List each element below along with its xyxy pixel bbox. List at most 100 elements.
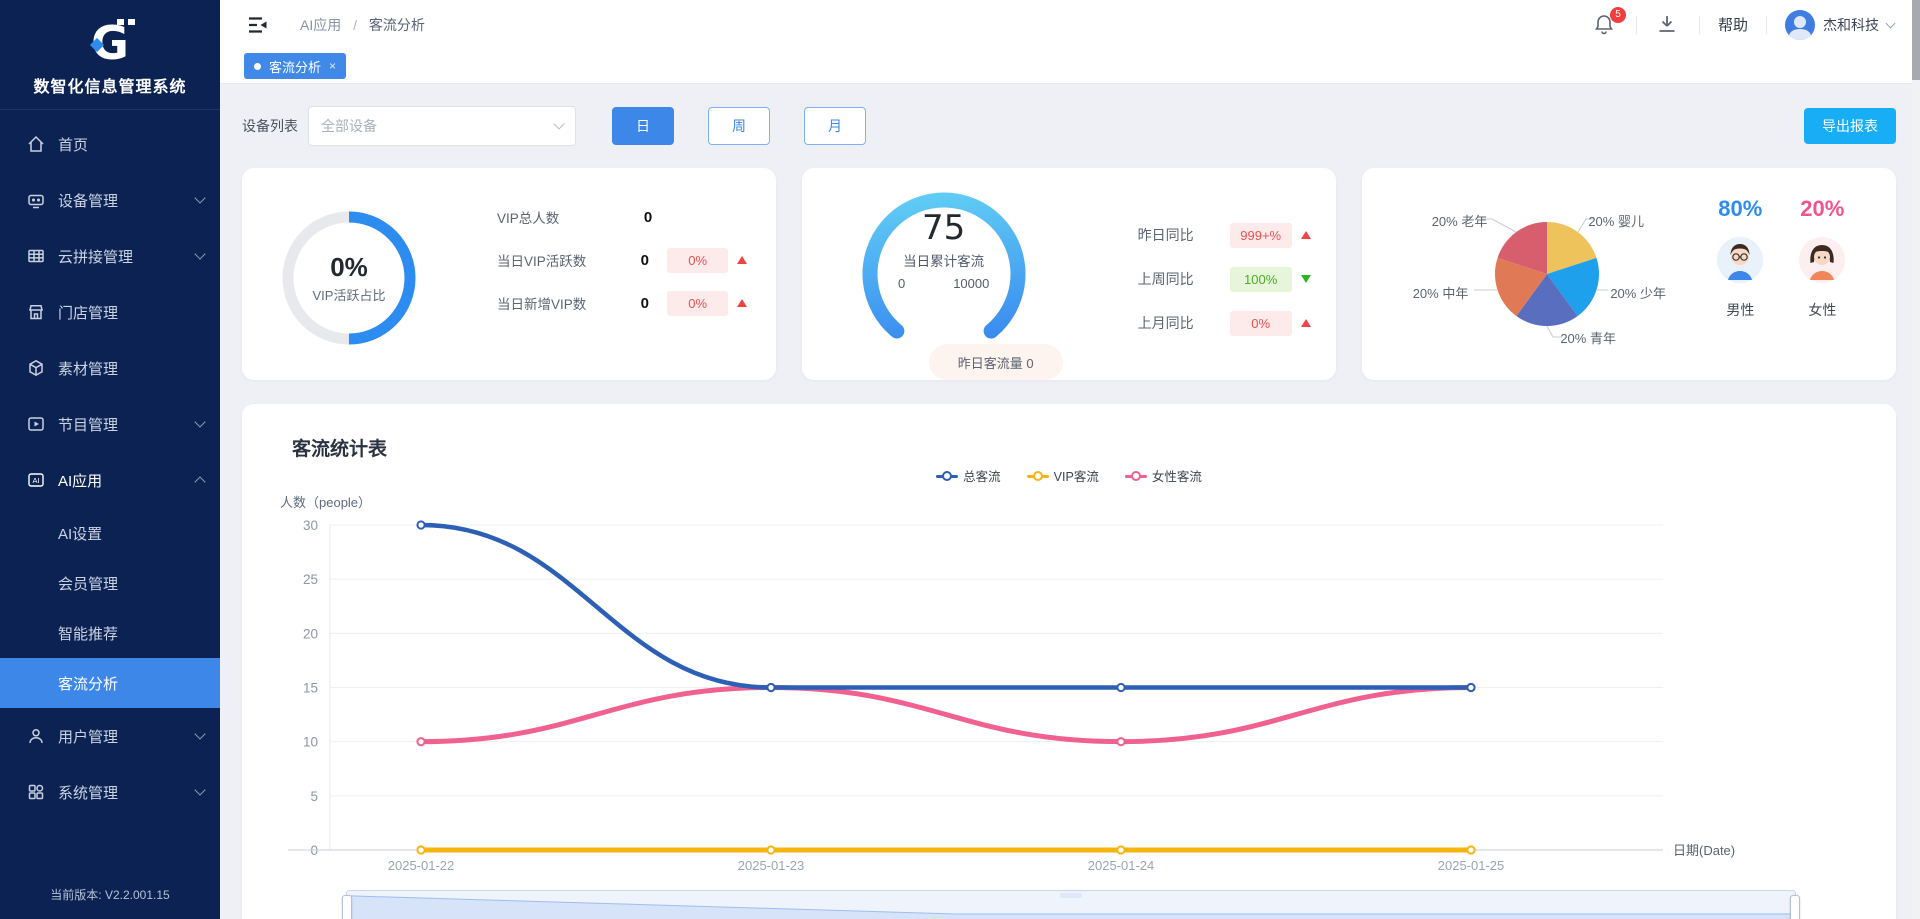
chevron-up-icon [194,476,205,487]
yoy-lastmonth-row: 上月同比 0% [1138,310,1388,336]
period-day-button[interactable]: 日 [612,107,674,145]
company-name: 杰和科技 [1823,15,1879,35]
ratio-badge: 0% [667,248,728,273]
sidebar-item-label: 首页 [58,134,88,155]
sidebar-item-label: 设备管理 [58,190,118,211]
pie-label-elderly: 20% 老年 [1432,211,1488,230]
traffic-gauge-chart: 75 当日累计客流 0 10000 昨日客流量 0 [854,184,1034,364]
sidebar-item-home[interactable]: 首页 [0,116,220,172]
tab-label: 客流分析 [269,57,321,76]
chevron-down-icon [194,784,205,795]
ratio-badge: 999+% [1230,223,1292,248]
legend-vip-traffic[interactable]: VIP客流 [1027,466,1099,485]
download-icon [1655,12,1679,36]
svg-text:2025-01-24: 2025-01-24 [1088,858,1155,873]
sidebar-item-devices[interactable]: 设备管理 [0,172,220,228]
sidebar-item-users[interactable]: 用户管理 [0,708,220,764]
svg-text:2025-01-25: 2025-01-25 [1438,858,1505,873]
user-menu[interactable]: 杰和科技 [1785,10,1894,40]
sidebar-item-system[interactable]: 系统管理 [0,764,220,820]
y-axis-name: 人数（people） [280,492,371,511]
breadcrumb-parent[interactable]: AI应用 [300,17,341,33]
device-list-label: 设备列表 [242,116,298,136]
pie-label-infant: 20% 婴儿 [1588,211,1644,230]
datazoom-handle-right[interactable] [1790,895,1800,919]
svg-text:日期(Date): 日期(Date) [1673,843,1735,858]
female-stat: 20% 女性 [1782,196,1862,320]
vip-active-percent: 0% [330,252,368,283]
chart-legend: 总客流 VIP客流 女性客流 [242,466,1896,485]
notifications-button[interactable]: 5 [1592,12,1618,38]
svg-text:5: 5 [310,789,318,804]
export-report-button[interactable]: 导出报表 [1804,108,1896,144]
sidebar-item-stores[interactable]: 门店管理 [0,284,220,340]
svg-text:2025-01-22: 2025-01-22 [388,858,455,873]
period-week-button[interactable]: 周 [708,107,770,145]
logo-block: G 数智化信息管理系统 [0,0,220,110]
sidebar-item-materials[interactable]: 素材管理 [0,340,220,396]
material-cube-icon [26,358,46,378]
trend-up-icon [737,256,747,264]
help-button[interactable]: 帮助 [1718,14,1748,35]
vip-new-row: 当日新增VIP数 0 0% [497,290,747,316]
svg-text:30: 30 [303,518,318,533]
sidebar-item-label: 客流分析 [58,673,118,694]
yoy-lastweek-row: 上周同比 100% [1138,266,1388,292]
trend-down-icon [1301,275,1311,283]
sidebar-item-ai[interactable]: AI AI应用 [0,452,220,508]
traffic-chart-card: 客流统计表 总客流 VIP客流 女性客流 人数（people） 05101520… [242,404,1896,919]
male-label: 男性 [1726,300,1754,320]
female-percent: 20% [1800,196,1844,222]
sidebar-item-programs[interactable]: 节目管理 [0,396,220,452]
scrollbar-thumb[interactable] [1912,0,1920,80]
legend-marker-icon [1027,471,1049,481]
svg-text:15: 15 [303,681,318,696]
legend-female-traffic[interactable]: 女性客流 [1125,466,1202,485]
male-percent: 80% [1718,196,1762,222]
sidebar-item-cloud-splice[interactable]: 云拼接管理 [0,228,220,284]
sidebar-item-label: 素材管理 [58,358,118,379]
datazoom-slider[interactable] [346,890,1796,919]
period-month-button[interactable]: 月 [804,107,866,145]
sidebar-subitem-smart-recommend[interactable]: 智能推荐 [0,608,220,658]
vip-card: 0% VIP活跃占比 VIP总人数 0 当日VIP活跃数 0 0% [242,168,776,380]
tab-traffic-analysis[interactable]: 客流分析 × [244,53,346,79]
svg-text:2025-01-23: 2025-01-23 [738,858,805,873]
device-select[interactable]: 全部设备 [308,106,576,146]
main-area: AI应用 / 客流分析 5 帮助 杰和科技 客流分析 [220,0,1920,919]
pie-label-youth: 20% 青年 [1560,328,1616,347]
splice-grid-icon [26,246,46,266]
download-button[interactable] [1655,12,1681,38]
sidebar-menu: 首页 设备管理 云拼接管理 门店管理 素材管理 节目管理 AI AI应用 [0,110,220,886]
ai-icon: AI [26,470,46,490]
sidebar-subitem-members[interactable]: 会员管理 [0,558,220,608]
legend-marker-icon [1125,471,1147,481]
sidebar-item-label: 节目管理 [58,414,118,435]
breadcrumb-separator: / [353,17,357,33]
home-icon [26,134,46,154]
pie-label-teen: 20% 少年 [1610,283,1666,302]
menu-fold-icon[interactable] [246,13,270,37]
sidebar-subitem-traffic-analysis[interactable]: 客流分析 [0,658,220,708]
sidebar-item-label: 智能推荐 [58,623,118,644]
version-text: 当前版本: V2.2.001.15 [0,886,220,919]
svg-text:25: 25 [303,572,318,587]
topbar-actions: 5 帮助 杰和科技 [1592,10,1894,40]
sidebar-item-label: 系统管理 [58,782,118,803]
datazoom-handle-left[interactable] [342,895,352,919]
window-scrollbar[interactable] [1912,0,1920,919]
close-icon[interactable]: × [329,59,336,73]
avatar [1785,10,1815,40]
chevron-down-icon [194,728,205,739]
ratio-badge: 0% [667,291,728,316]
datazoom-grip[interactable] [1060,893,1082,898]
breadcrumb: AI应用 / 客流分析 [300,15,425,35]
traffic-line-chart: 0510152025302025-01-222025-01-232025-01-… [258,512,1818,884]
pie-label-middleage: 20% 中年 [1413,283,1469,302]
notification-badge: 5 [1610,7,1626,23]
topbar: AI应用 / 客流分析 5 帮助 杰和科技 [220,0,1920,49]
sidebar-subitem-ai-settings[interactable]: AI设置 [0,508,220,558]
ratio-badge: 0% [1230,311,1292,336]
legend-total-traffic[interactable]: 总客流 [936,466,1001,485]
yoy-yesterday-row: 昨日同比 999+% [1138,222,1388,248]
